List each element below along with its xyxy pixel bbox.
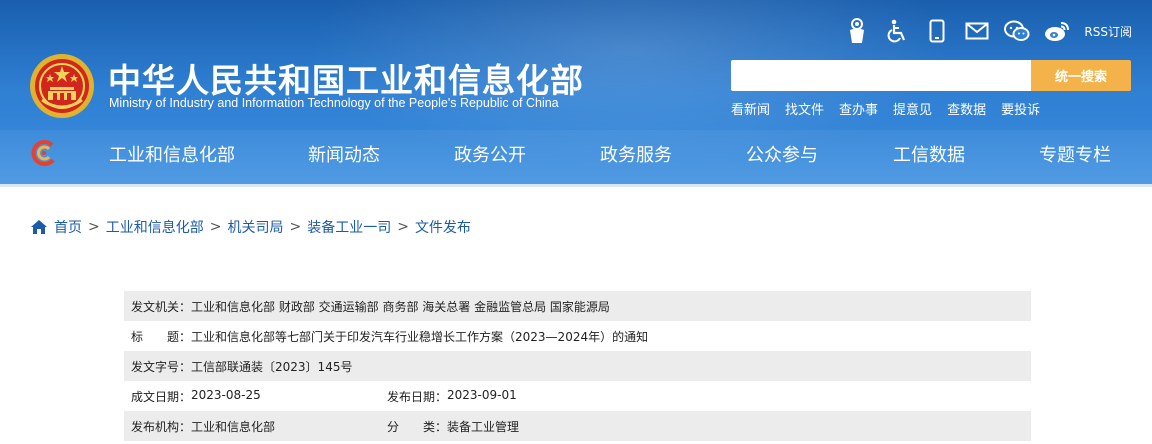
- unified-search-button[interactable]: 统一搜索: [1031, 60, 1131, 91]
- created-date-label: 成文日期：: [131, 389, 192, 404]
- header-toolbar: RSS订阅: [844, 17, 1132, 45]
- publish-date-value: 2023-09-01: [447, 387, 517, 402]
- breadcrumb-departments[interactable]: 机关司局: [227, 217, 283, 237]
- breadcrumb: 首页 > 工业和信息化部 > 机关司局 > 装备工业一司 > 文件发布: [30, 217, 471, 237]
- home-icon[interactable]: [30, 218, 48, 236]
- publisher-value: 工业和信息化部: [191, 419, 276, 434]
- quick-link-services[interactable]: 查办事: [839, 99, 878, 118]
- nav-item-public-participation[interactable]: 公众参与: [746, 141, 818, 167]
- nav-item-data[interactable]: 工信数据: [893, 141, 965, 167]
- breadcrumb-equipment-dept[interactable]: 装备工业一司: [307, 217, 391, 237]
- quick-link-complaint[interactable]: 要投诉: [1001, 99, 1040, 118]
- rss-subscribe-link[interactable]: RSS订阅: [1084, 23, 1132, 40]
- info-row-issuing-agencies: 发文机关： 工业和信息化部 财政部 交通运输部 商务部 海关总署 金融监管总局 …: [124, 291, 1031, 321]
- nav-item-ministry[interactable]: 工业和信息化部: [109, 141, 235, 167]
- quick-link-news[interactable]: 看新闻: [731, 99, 770, 118]
- quick-links: 看新闻 找文件 查办事 提意见 查数据 要投诉: [731, 99, 1040, 118]
- nav-item-news[interactable]: 新闻动态: [308, 141, 380, 167]
- doc-title-label: 标 题：: [131, 329, 192, 344]
- search-bar: 统一搜索: [731, 60, 1131, 91]
- info-row-publisher-category: 发布机构： 工业和信息化部 分 类： 装备工业管理: [124, 411, 1031, 441]
- issuing-agencies-value: 工业和信息化部 财政部 交通运输部 商务部 海关总署 金融监管总局 国家能源局: [191, 299, 610, 314]
- info-row-title: 标 题： 工业和信息化部等七部门关于印发汽车行业稳增长工作方案（2023—202…: [124, 321, 1031, 351]
- issuing-agencies-label: 发文机关：: [131, 299, 192, 314]
- rss-label: RSS订阅: [1084, 24, 1132, 39]
- breadcrumb-home[interactable]: 首页: [54, 217, 82, 237]
- national-emblem-icon[interactable]: [28, 52, 96, 120]
- breadcrumb-ministry[interactable]: 工业和信息化部: [106, 217, 204, 237]
- info-row-dates: 成文日期： 2023-08-25 发布日期： 2023-09-01: [124, 381, 1031, 411]
- breadcrumb-file-release[interactable]: 文件发布: [415, 217, 471, 237]
- ministry-logo-icon[interactable]: [30, 139, 58, 167]
- nav-item-gov-services[interactable]: 政务服务: [600, 141, 672, 167]
- doc-number-value: 工信部联通装〔2023〕145号: [191, 359, 353, 374]
- created-date-value: 2023-08-25: [191, 387, 261, 402]
- nav-item-gov-affairs[interactable]: 政务公开: [454, 141, 526, 167]
- breadcrumb-separator: >: [88, 219, 100, 235]
- quick-link-documents[interactable]: 找文件: [785, 99, 824, 118]
- breadcrumb-separator: >: [289, 219, 302, 235]
- quick-link-data[interactable]: 查数据: [947, 99, 986, 118]
- publisher-label: 发布机构：: [131, 419, 192, 434]
- doc-title-value: 工业和信息化部等七部门关于印发汽车行业稳增长工作方案（2023—2024年）的通…: [191, 329, 649, 344]
- accessibility-service-icon[interactable]: [844, 18, 870, 44]
- breadcrumb-separator: >: [209, 219, 222, 235]
- category-value: 装备工业管理: [447, 419, 520, 434]
- weibo-icon[interactable]: [1044, 18, 1070, 44]
- site-title[interactable]: 中华人民共和国工业和信息化部: [108, 54, 584, 102]
- main-nav: 工业和信息化部 新闻动态 政务公开 政务服务 公众参与 工信数据 专题专栏: [0, 130, 1152, 176]
- breadcrumb-separator: >: [397, 219, 409, 235]
- nav-item-topics[interactable]: 专题专栏: [1039, 141, 1111, 167]
- mail-icon[interactable]: [964, 18, 990, 44]
- info-row-doc-number: 发文字号： 工信部联通装〔2023〕145号: [124, 351, 1031, 381]
- header-divider: [0, 184, 1152, 187]
- wechat-icon[interactable]: [1004, 18, 1030, 44]
- doc-number-label: 发文字号：: [131, 359, 192, 374]
- quick-link-feedback[interactable]: 提意见: [893, 99, 932, 118]
- search-input[interactable]: [731, 60, 1031, 91]
- wheelchair-icon[interactable]: [884, 18, 910, 44]
- category-label: 分 类：: [387, 419, 448, 434]
- site-subtitle: Ministry of Industry and Information Tec…: [109, 96, 559, 110]
- document-info-table: 发文机关： 工业和信息化部 财政部 交通运输部 商务部 海关总署 金融监管总局 …: [124, 291, 1031, 441]
- mobile-icon[interactable]: [924, 18, 950, 44]
- publish-date-label: 发布日期：: [387, 389, 448, 404]
- site-header: 中华人民共和国工业和信息化部 Ministry of Industry and …: [0, 0, 1152, 187]
